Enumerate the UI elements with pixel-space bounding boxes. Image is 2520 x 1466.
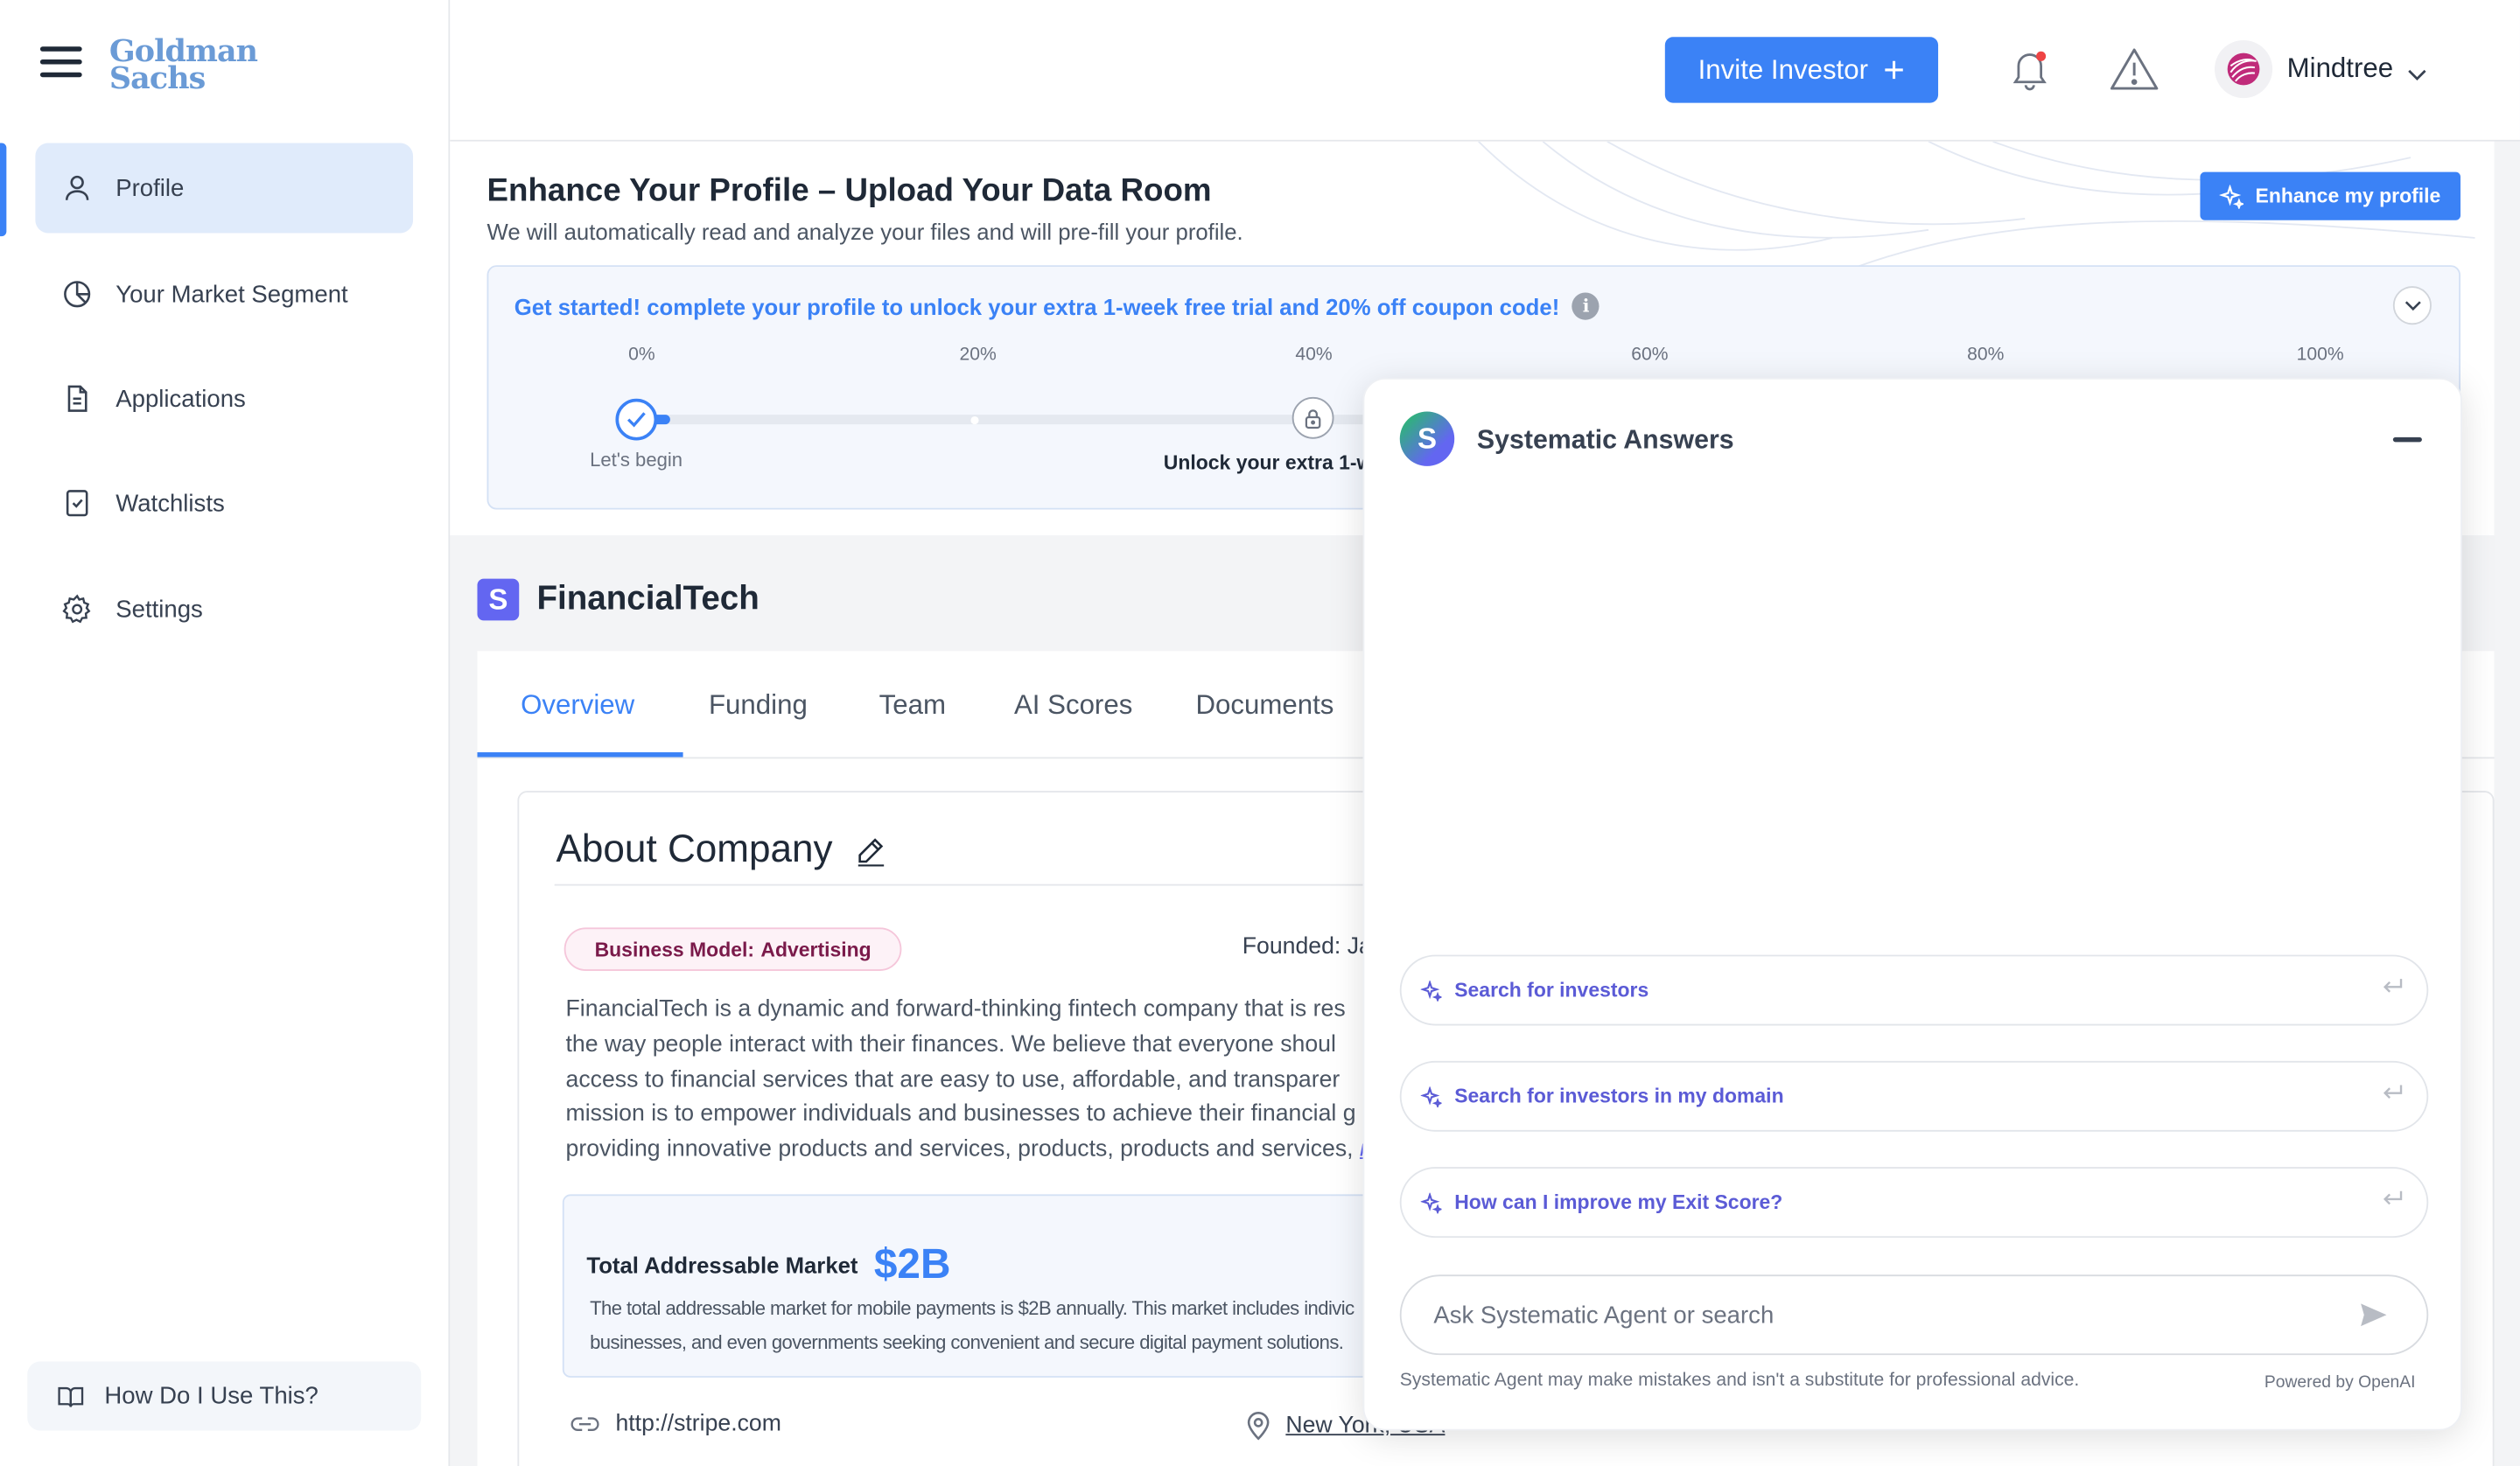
help-button[interactable]: How Do I Use This? (27, 1361, 422, 1431)
sidebar-item-market-segment[interactable]: Your Market Segment (35, 249, 413, 339)
collapse-chevron-icon[interactable] (2392, 286, 2432, 325)
powered-by: Powered by OpenAI (2264, 1372, 2416, 1393)
help-label: How Do I Use This? (104, 1382, 318, 1410)
tab-documents[interactable]: Documents (1196, 689, 1334, 722)
percent-label: 0% (628, 346, 655, 366)
company-icon: S (477, 578, 520, 621)
promo-text: Get started! complete your profile to un… (514, 292, 1600, 320)
sidebar-item-label: Applications (116, 385, 246, 413)
chat-input-box[interactable] (1399, 1274, 2429, 1356)
location-pin-icon (1247, 1412, 1270, 1441)
user-name[interactable]: Mindtree (2287, 53, 2393, 86)
bookmark-icon (66, 490, 88, 517)
sparkle-icon (1420, 1086, 1442, 1107)
step-unlock-label: Unlock your extra 1-we (1163, 451, 1384, 475)
user-icon (65, 175, 89, 200)
enter-icon (2383, 1085, 2403, 1099)
percent-label: 60% (1631, 346, 1669, 366)
step-unlock-node (1292, 396, 1334, 439)
notification-bell-icon[interactable] (2009, 46, 2051, 100)
chat-title: Systematic Answers (1476, 425, 1734, 456)
percent-label: 20% (959, 346, 997, 366)
systematic-answers-panel: S Systematic Answers Search for investor… (1362, 377, 2462, 1431)
enter-icon (2383, 979, 2403, 993)
info-icon[interactable]: i (1572, 292, 1600, 320)
tab-overview[interactable]: Overview (521, 689, 634, 722)
suggestion-search-investors[interactable]: Search for investors (1399, 954, 2429, 1026)
website-link[interactable]: http://stripe.com (570, 1412, 781, 1437)
chat-disclaimer: Systematic Agent may make mistakes and i… (1399, 1371, 2080, 1391)
company-avatar[interactable] (2214, 39, 2273, 99)
divider (554, 883, 1455, 886)
about-title: About Company (556, 827, 887, 872)
tam-label: Total Addressable Market $2B (586, 1239, 951, 1288)
percent-label: 80% (1967, 346, 2005, 366)
percent-label: 40% (1295, 346, 1333, 366)
invite-label: Invite Investor (1698, 53, 1868, 85)
enhance-subtitle: We will automatically read and analyze y… (486, 218, 1243, 245)
tam-description: The total addressable market for mobile … (590, 1297, 1354, 1354)
enter-icon (2383, 1190, 2403, 1205)
app-root: Goldman Sachs Profile Your Market Segment… (0, 0, 2520, 1466)
sparkle-icon (2220, 184, 2244, 208)
enhance-button-label: Enhance my profile (2255, 185, 2441, 208)
check-icon (626, 412, 646, 428)
sidebar-item-profile[interactable]: Profile (35, 143, 414, 234)
company-name: FinancialTech (536, 580, 760, 618)
sidebar-item-applications[interactable]: Applications (35, 353, 413, 443)
suggestion-investors-domain[interactable]: Search for investors in my domain (1399, 1060, 2429, 1132)
sidebar-item-settings[interactable]: Settings (35, 564, 413, 654)
chat-input[interactable] (1433, 1301, 2302, 1329)
business-model-badge: Business Model: Advertising (564, 927, 902, 971)
edit-pencil-icon[interactable] (855, 834, 887, 867)
menu-icon[interactable] (39, 46, 82, 79)
tab-funding[interactable]: Funding (709, 689, 808, 722)
active-indicator (0, 143, 7, 237)
minimize-icon[interactable] (2392, 436, 2422, 443)
sidebar: Goldman Sachs Profile Your Market Segment… (0, 0, 451, 1466)
progress-marker (970, 415, 979, 425)
sidebar-item-label: Profile (116, 174, 185, 202)
tab-team[interactable]: Team (879, 689, 946, 722)
mindtree-logo-icon (2227, 52, 2260, 86)
sidebar-item-label: Settings (116, 595, 203, 624)
plus-icon (1886, 60, 1904, 80)
enhance-title: Enhance Your Profile – Upload Your Data … (486, 173, 1212, 209)
chevron-down-icon[interactable] (2407, 61, 2426, 90)
top-header: Invite Investor Mindtree (450, 0, 2520, 142)
sidebar-item-label: Your Market Segment (116, 280, 348, 308)
step-begin-label: Let's begin (590, 448, 682, 471)
tab-ai-scores[interactable]: AI Scores (1014, 689, 1132, 722)
invite-investor-button[interactable]: Invite Investor (1664, 37, 1939, 103)
pie-chart-icon (64, 281, 91, 308)
active-tab-underline (477, 752, 683, 757)
link-icon (570, 1417, 599, 1431)
document-icon (67, 385, 88, 412)
sidebar-item-watchlists[interactable]: Watchlists (35, 458, 413, 548)
warning-icon[interactable] (2109, 45, 2160, 101)
company-description: FinancialTech is a dynamic and forward-t… (566, 994, 1466, 1169)
systematic-logo-icon: S (1399, 411, 1455, 466)
tam-value: $2B (873, 1239, 951, 1288)
percent-label: 100% (2296, 346, 2344, 366)
gear-icon (62, 594, 91, 624)
sparkle-icon (1420, 980, 1442, 1001)
tam-box: Total Addressable Market $2B The total a… (562, 1194, 1463, 1378)
goldman-sachs-logo[interactable]: Goldman Sachs (109, 36, 258, 94)
suggestion-exit-score[interactable]: How can I improve my Exit Score? (1399, 1167, 2429, 1239)
step-begin-node (615, 398, 658, 441)
sparkle-icon (1420, 1191, 1442, 1213)
send-icon[interactable] (2359, 1302, 2388, 1328)
enhance-profile-button[interactable]: Enhance my profile (2200, 171, 2460, 220)
founded-text: Founded: Ja (1242, 933, 1372, 960)
lock-icon (1305, 408, 1321, 429)
sidebar-item-label: Watchlists (116, 489, 225, 517)
book-icon (58, 1386, 84, 1407)
